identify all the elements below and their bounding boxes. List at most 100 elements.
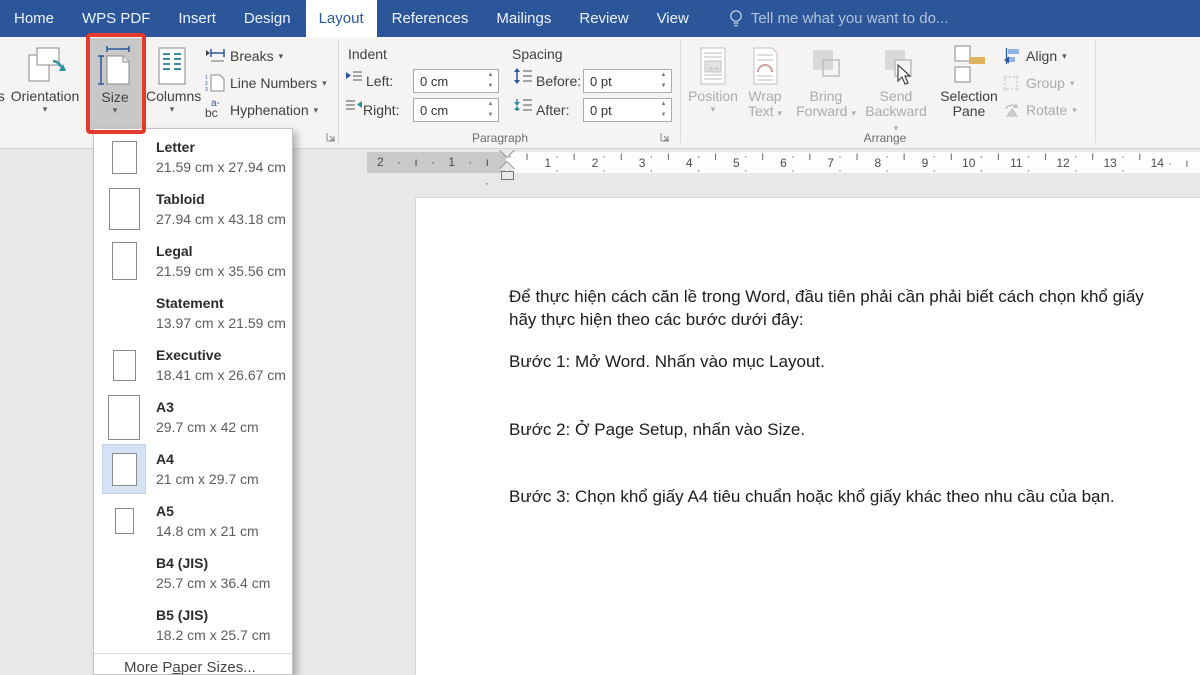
ribbon-tab[interactable]: View — [644, 0, 702, 37]
paper-size-name: Letter — [156, 139, 286, 156]
page-setup-dialog-launcher[interactable] — [326, 132, 336, 142]
rotate-button[interactable]: Rotate ▾ — [1003, 99, 1077, 121]
svg-text:3: 3 — [205, 87, 208, 92]
paper-size-dimensions: 29.7 cm x 42 cm — [156, 419, 259, 436]
chevron-down-icon: ▾ — [1070, 78, 1075, 89]
paper-size-option[interactable]: Letter 21.59 cm x 27.94 cm — [94, 131, 292, 183]
ribbon-tab[interactable]: Mailings — [483, 0, 564, 37]
ribbon-tab[interactable]: Layout — [306, 0, 377, 37]
spacing-after-stepper[interactable]: ▲▼ — [657, 99, 670, 121]
paper-preview-frame — [102, 496, 146, 546]
chevron-down-icon: ▾ — [279, 51, 284, 62]
spacing-after-icon — [513, 97, 533, 113]
paper-preview-frame — [102, 600, 146, 650]
indent-left-input[interactable]: 0 cm ▲▼ — [413, 69, 499, 93]
mouse-cursor — [897, 64, 912, 86]
ribbon-tab-bar: HomeWPS PDFInsertDesignLayoutReferencesM… — [0, 0, 1200, 37]
send-backward-button[interactable]: SendBackward ▾ — [862, 43, 930, 136]
ruler-cell: · ı ·13 — [1072, 152, 1119, 173]
document-line: Bước 3: Chọn khổ giấy A4 tiêu chuẩn hoặc… — [509, 485, 1144, 508]
paper-size-dimensions: 18.2 cm x 25.7 cm — [156, 627, 270, 644]
first-line-indent-marker[interactable] — [499, 149, 515, 157]
paper-size-option[interactable]: A5 14.8 cm x 21 cm — [94, 495, 292, 547]
document-line: hãy thực hiện theo các bước dưới đây: — [509, 308, 1144, 331]
orientation-icon — [2, 43, 88, 89]
columns-button[interactable]: Columns ▾ — [146, 43, 198, 115]
paper-size-name: A4 — [156, 451, 259, 468]
paper-icon — [109, 188, 140, 230]
indent-right-input[interactable]: 0 cm ▲▼ — [413, 98, 499, 122]
paper-size-name: B5 (JIS) — [156, 607, 270, 624]
paper-size-option[interactable]: Executive 18.41 cm x 26.67 cm — [94, 339, 292, 391]
size-icon — [88, 45, 142, 87]
columns-icon — [146, 43, 198, 89]
size-button[interactable]: Size ▾ — [88, 38, 142, 130]
ruler-margin-section[interactable]: 2 · ı · 1 · ı · — [367, 152, 506, 173]
orientation-button[interactable]: Orientation ▾ — [2, 43, 88, 115]
chevron-down-icon: ▾ — [2, 104, 88, 115]
document-text: Để thực hiện cách căn lề trong Word, đầu… — [509, 285, 1144, 508]
more-paper-sizes-button[interactable]: More Paper Sizes... — [94, 653, 292, 675]
left-indent-marker[interactable] — [501, 171, 514, 180]
breaks-button[interactable]: Breaks ▾ — [205, 45, 283, 67]
indent-right-icon — [345, 99, 363, 113]
tell-me-search[interactable]: Tell me what you want to do... — [729, 0, 949, 37]
ribbon-tab[interactable]: References — [379, 0, 482, 37]
ruler[interactable]: · ı ·1 · ı ·2 · ı ·3 · ı ·4 · ı ·5 · ı ·… — [506, 152, 1200, 173]
paper-preview-frame — [102, 392, 146, 442]
spacing-before-input[interactable]: 0 pt ▲▼ — [583, 69, 672, 93]
bring-forward-button[interactable]: BringForward ▾ — [795, 43, 857, 121]
paper-size-option[interactable]: A4 21 cm x 29.7 cm — [94, 443, 292, 495]
wrap-text-button[interactable]: WrapText ▾ — [740, 43, 790, 121]
indent-left-stepper[interactable]: ▲▼ — [484, 70, 497, 92]
paper-size-dimensions: 21 cm x 29.7 cm — [156, 471, 259, 488]
paper-size-option[interactable]: Tabloid 27.94 cm x 43.18 cm — [94, 183, 292, 235]
ribbon-tab[interactable]: Design — [231, 0, 304, 37]
hanging-indent-marker[interactable] — [499, 162, 515, 170]
indent-left-field-label: Left: — [366, 73, 393, 89]
chevron-down-icon: ▾ — [851, 108, 856, 118]
paper-size-name: B4 (JIS) — [156, 555, 270, 572]
group-separator — [680, 40, 681, 143]
hyphenation-button[interactable]: a- bc Hyphenation ▾ — [205, 99, 318, 121]
ribbon-tab[interactable]: WPS PDF — [69, 0, 163, 37]
chevron-down-icon: ▾ — [778, 108, 783, 118]
chevron-down-icon: ▾ — [146, 104, 198, 115]
ribbon-tab[interactable]: Home — [1, 0, 67, 37]
paper-size-option[interactable]: Legal 21.59 cm x 35.56 cm — [94, 235, 292, 287]
rotate-icon — [1003, 102, 1021, 118]
paper-size-name: Tabloid — [156, 191, 286, 208]
position-button[interactable]: Position ▾ — [688, 43, 738, 115]
lightbulb-icon — [729, 9, 743, 28]
paper-size-option[interactable]: B4 (JIS) 25.7 cm x 36.4 cm — [94, 547, 292, 599]
paper-icon — [108, 395, 140, 440]
chevron-down-icon: ▾ — [1062, 51, 1067, 62]
chevron-down-icon: ▾ — [314, 105, 319, 116]
document-line: Bước 2: Ở Page Setup, nhấn vào Size. — [509, 418, 1144, 441]
paper-preview-frame — [102, 444, 146, 494]
ruler-cell: · ı ·11 — [977, 152, 1024, 173]
paper-size-option[interactable]: A3 29.7 cm x 42 cm — [94, 391, 292, 443]
paper-size-dimensions: 18.41 cm x 26.67 cm — [156, 367, 286, 384]
line-numbers-button[interactable]: 1 2 3 Line Numbers ▾ — [205, 72, 327, 94]
paper-icon — [112, 242, 137, 280]
ruler-cell: · ı ·4 — [647, 152, 694, 173]
ruler-cell: · ı ·6 — [742, 152, 789, 173]
indent-right-stepper[interactable]: ▲▼ — [484, 99, 497, 121]
paper-size-option[interactable]: B5 (JIS) 18.2 cm x 25.7 cm — [94, 599, 292, 651]
ruler-cell: · ı ·8 — [836, 152, 883, 173]
selection-pane-button[interactable]: SelectionPane — [938, 43, 1000, 119]
hyphenation-icon: a- bc — [205, 101, 225, 119]
document-page[interactable]: Để thực hiện cách căn lề trong Word, đầu… — [415, 197, 1200, 675]
spacing-after-input[interactable]: 0 pt ▲▼ — [583, 98, 672, 122]
paper-size-option[interactable]: Statement 13.97 cm x 21.59 cm — [94, 287, 292, 339]
ribbon-tab[interactable]: Insert — [165, 0, 229, 37]
chevron-down-icon: ▾ — [322, 78, 327, 89]
align-button[interactable]: Align ▾ — [1003, 45, 1067, 67]
paragraph-dialog-launcher[interactable] — [660, 132, 670, 142]
align-icon — [1003, 48, 1021, 64]
group-button[interactable]: Group ▾ — [1003, 72, 1074, 94]
spacing-before-stepper[interactable]: ▲▼ — [657, 70, 670, 92]
group-separator — [338, 40, 339, 143]
ribbon-tab[interactable]: Review — [566, 0, 641, 37]
